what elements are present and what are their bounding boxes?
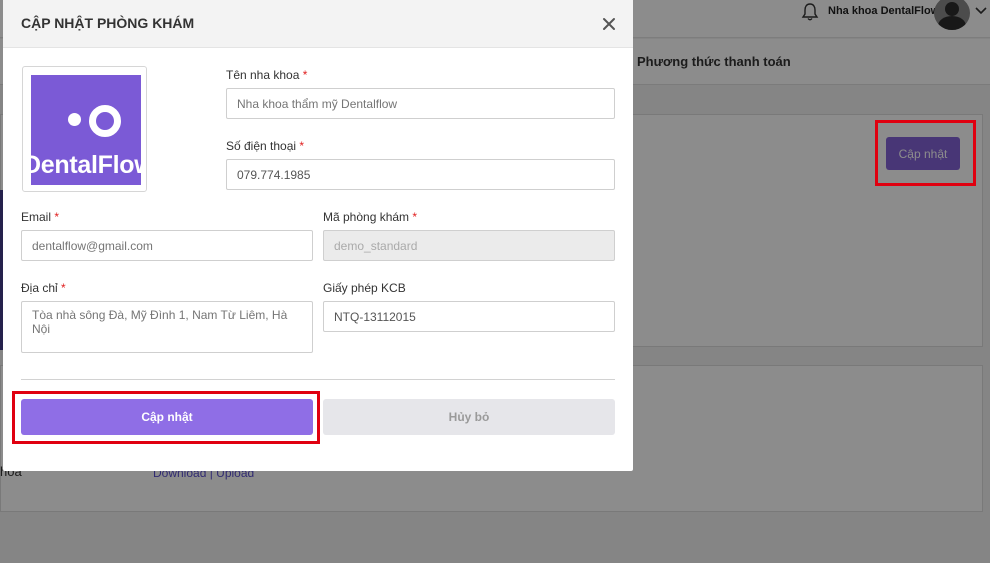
- logo-dot-shape: [68, 113, 81, 126]
- clinic-name-label: Tên nha khoa *: [226, 68, 307, 82]
- required-mark: *: [54, 210, 60, 224]
- address-label-text: Địa chỉ: [21, 281, 58, 295]
- license-label: Giấy phép KCB: [323, 281, 406, 295]
- modal-header: CẬP NHẬT PHÒNG KHÁM: [3, 0, 633, 48]
- email-label-text: Email: [21, 210, 52, 224]
- clinic-code-label: Mã phòng khám *: [323, 210, 417, 224]
- clinic-logo-upload[interactable]: DentalFlow: [22, 66, 147, 192]
- address-label: Địa chỉ *: [21, 281, 66, 295]
- logo-ring-shape: [89, 105, 121, 137]
- email-label: Email *: [21, 210, 59, 224]
- email-input[interactable]: [21, 230, 313, 261]
- required-mark: *: [299, 139, 305, 153]
- required-mark: *: [412, 210, 418, 224]
- highlight-box-update: [12, 391, 320, 444]
- clinic-name-input[interactable]: [226, 88, 615, 119]
- clinic-name-label-text: Tên nha khoa: [226, 68, 300, 82]
- license-label-text: Giấy phép KCB: [323, 281, 406, 295]
- address-textarea[interactable]: [21, 301, 313, 353]
- required-mark: *: [61, 281, 66, 295]
- close-icon[interactable]: [599, 14, 619, 34]
- license-input[interactable]: [323, 301, 615, 332]
- modal-divider: [21, 379, 615, 380]
- clinic-code-input: [323, 230, 615, 261]
- phone-label: Số điện thoại *: [226, 139, 304, 153]
- clinic-logo: DentalFlow: [31, 75, 141, 185]
- clinic-code-label-text: Mã phòng khám: [323, 210, 410, 224]
- modal-title: CẬP NHẬT PHÒNG KHÁM: [21, 15, 195, 31]
- phone-input[interactable]: [226, 159, 615, 190]
- phone-label-text: Số điện thoại: [226, 139, 297, 153]
- highlight-box-background-update: [875, 120, 976, 186]
- cancel-button[interactable]: Hủy bỏ: [323, 399, 615, 435]
- required-mark: *: [302, 68, 308, 82]
- logo-wordmark: DentalFlow: [31, 151, 141, 179]
